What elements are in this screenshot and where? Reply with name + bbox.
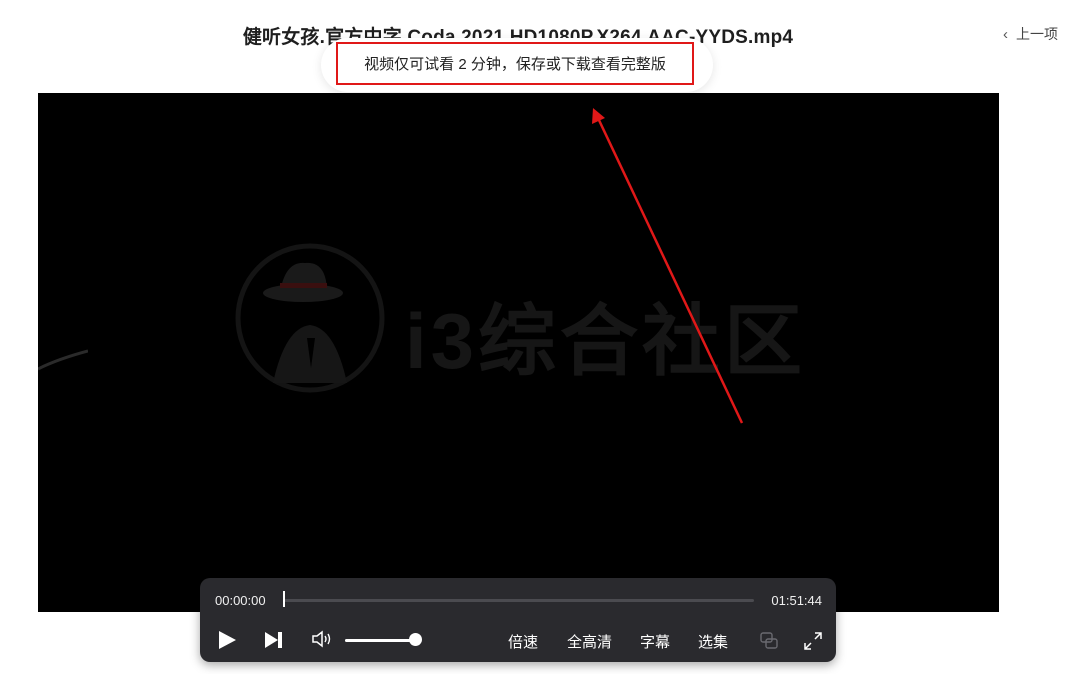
quality-button[interactable]: 全高清 — [567, 631, 612, 652]
next-button[interactable] — [264, 631, 284, 654]
current-time: 00:00:00 — [215, 593, 266, 608]
total-time: 01:51:44 — [771, 593, 822, 608]
progress-bar[interactable] — [284, 599, 754, 602]
previous-item-label: 上一项 — [1016, 26, 1058, 42]
play-button[interactable] — [216, 629, 238, 656]
play-icon — [219, 631, 236, 649]
light-streak — [38, 349, 88, 371]
volume-fill — [345, 639, 415, 642]
volume-icon — [312, 630, 331, 648]
previous-item-link[interactable]: ‹ 上一项 — [1003, 24, 1058, 44]
pip-icon — [760, 632, 778, 649]
spy-logo-icon — [235, 243, 385, 393]
skip-next-icon — [265, 632, 282, 648]
subtitle-button[interactable]: 字幕 — [640, 631, 670, 652]
speed-button[interactable]: 倍速 — [508, 631, 538, 652]
player-controls: 00:00:00 01:51:44 倍速 全高清 字幕 选集 — [200, 578, 836, 662]
volume-knob[interactable] — [409, 633, 422, 646]
volume-button[interactable] — [311, 630, 335, 653]
episodes-button[interactable]: 选集 — [698, 631, 728, 652]
trial-notice-text: 视频仅可试看 2 分钟，保存或下载查看完整版 — [336, 42, 694, 85]
watermark-text: i3综合社区 — [405, 297, 807, 385]
fullscreen-icon — [804, 632, 822, 650]
volume-slider[interactable] — [345, 639, 415, 642]
progress-handle[interactable] — [283, 591, 285, 607]
watermark: i3综合社区 — [235, 243, 835, 393]
fullscreen-button[interactable] — [803, 631, 823, 656]
video-area[interactable]: i3综合社区 — [38, 93, 999, 612]
picture-in-picture-button[interactable] — [759, 631, 779, 656]
chevron-left-icon: ‹ — [1003, 25, 1008, 43]
